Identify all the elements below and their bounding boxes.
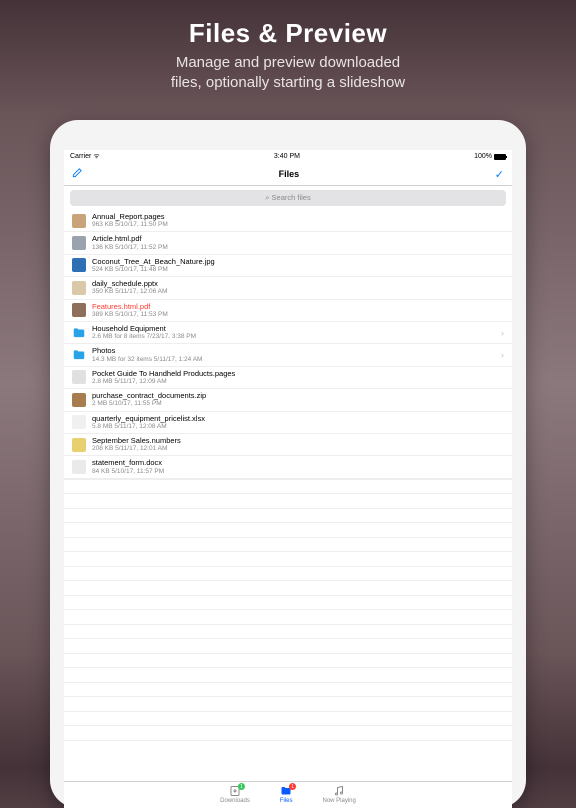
downloads-badge: 1 [238, 783, 245, 790]
search-placeholder: Search files [272, 193, 311, 202]
file-thumbnail [72, 438, 86, 452]
list-item[interactable]: Coconut_Tree_At_Beach_Nature.jpg524 KB 5… [64, 255, 512, 277]
file-name: September Sales.numbers [92, 437, 504, 445]
file-name: Household Equipment [92, 325, 495, 333]
carrier-label: Carrier [70, 153, 91, 160]
file-detail: 5.8 MB 5/11/17, 12:08 AM [92, 423, 504, 430]
file-detail: 350 KB 5/11/17, 12:06 AM [92, 288, 504, 295]
device-frame: Carrier ᯤ 3:40 PM 100% Files ✓ ⌕ Search … [50, 120, 526, 808]
downloads-icon: 1 [229, 785, 241, 797]
file-detail: 2.8 MB 5/11/17, 12:09 AM [92, 378, 504, 385]
now-playing-icon [333, 785, 345, 797]
file-detail: 963 KB 5/10/17, 11:50 PM [92, 221, 504, 228]
promo-header: Files & Preview Manage and preview downl… [0, 0, 576, 104]
promo-title: Files & Preview [20, 18, 556, 49]
tab-files[interactable]: 1 Files [280, 785, 293, 804]
files-icon: 1 [280, 785, 292, 797]
file-detail: 84 KB 5/10/17, 11:57 PM [92, 468, 504, 475]
file-name: statement_form.docx [92, 459, 504, 467]
list-item[interactable]: quarterly_equipment_pricelist.xlsx5.8 MB… [64, 412, 512, 434]
file-thumbnail [72, 303, 86, 317]
battery-icon [494, 154, 506, 160]
list-item[interactable]: statement_form.docx84 KB 5/10/17, 11:57 … [64, 456, 512, 478]
tab-label: Files [280, 798, 293, 804]
file-thumbnail [72, 214, 86, 228]
list-item[interactable]: Photos14.3 MB for 32 items 5/11/17, 1:24… [64, 344, 512, 366]
chevron-right-icon: › [501, 350, 504, 360]
list-item[interactable]: purchase_contract_documents.zip2 MB 5/10… [64, 389, 512, 411]
folder-icon [72, 348, 86, 362]
file-name: Article.html.pdf [92, 235, 504, 243]
file-name: Pocket Guide To Handheld Products.pages [92, 370, 504, 378]
file-name: quarterly_equipment_pricelist.xlsx [92, 415, 504, 423]
file-detail: 14.3 MB for 32 items 5/11/17, 1:24 AM [92, 356, 495, 363]
list-item[interactable]: Features.html.pdf389 KB 5/10/17, 11:53 P… [64, 300, 512, 322]
file-thumbnail [72, 460, 86, 474]
list-item[interactable]: Household Equipment2.6 MB for 8 items 7/… [64, 322, 512, 344]
file-detail: 2 MB 5/10/17, 11:55 PM [92, 400, 504, 407]
page-title: Files [279, 169, 300, 179]
clock: 3:40 PM [274, 153, 300, 160]
search-input[interactable]: ⌕ Search files [70, 190, 506, 206]
file-thumbnail [72, 236, 86, 250]
file-name: Photos [92, 347, 495, 355]
list-item[interactable]: Article.html.pdf136 KB 5/10/17, 11:52 PM [64, 232, 512, 254]
file-detail: 524 KB 5/10/17, 11:48 PM [92, 266, 504, 273]
file-detail: 208 KB 5/11/17, 12:01 AM [92, 445, 504, 452]
tab-bar: 1 Downloads 1 Files Now Playing [64, 781, 512, 808]
tab-now-playing[interactable]: Now Playing [323, 785, 356, 804]
nav-bar: Files ✓ [64, 163, 512, 186]
wifi-icon: ᯤ [93, 153, 99, 160]
file-name: daily_schedule.pptx [92, 280, 504, 288]
file-name: Annual_Report.pages [92, 213, 504, 221]
file-name: Features.html.pdf [92, 303, 504, 311]
list-item[interactable]: Annual_Report.pages963 KB 5/10/17, 11:50… [64, 210, 512, 232]
file-detail: 389 KB 5/10/17, 11:53 PM [92, 311, 504, 318]
file-thumbnail [72, 370, 86, 384]
tab-label: Downloads [220, 798, 250, 804]
file-name: Coconut_Tree_At_Beach_Nature.jpg [92, 258, 504, 266]
edit-button[interactable] [72, 167, 83, 181]
file-thumbnail [72, 393, 86, 407]
list-item[interactable]: daily_schedule.pptx350 KB 5/11/17, 12:06… [64, 277, 512, 299]
battery-percent: 100% [474, 153, 492, 160]
file-detail: 2.6 MB for 8 items 7/23/17, 3:38 PM [92, 333, 495, 340]
promo-subtitle: Manage and preview downloaded files, opt… [20, 53, 556, 92]
file-thumbnail [72, 258, 86, 272]
status-right: 100% [474, 153, 506, 160]
chevron-right-icon: › [501, 328, 504, 338]
done-button[interactable]: ✓ [495, 168, 504, 181]
file-list[interactable]: Annual_Report.pages963 KB 5/10/17, 11:50… [64, 210, 512, 781]
status-bar: Carrier ᯤ 3:40 PM 100% [64, 150, 512, 163]
files-badge: 1 [289, 783, 296, 790]
folder-icon [72, 326, 86, 340]
file-detail: 136 KB 5/10/17, 11:52 PM [92, 244, 504, 251]
list-item[interactable]: September Sales.numbers208 KB 5/11/17, 1… [64, 434, 512, 456]
status-left: Carrier ᯤ [70, 152, 100, 161]
file-name: purchase_contract_documents.zip [92, 392, 504, 400]
list-item[interactable]: Pocket Guide To Handheld Products.pages2… [64, 367, 512, 389]
file-thumbnail [72, 281, 86, 295]
screen: Carrier ᯤ 3:40 PM 100% Files ✓ ⌕ Search … [64, 150, 512, 808]
tab-label: Now Playing [323, 798, 356, 804]
file-thumbnail [72, 415, 86, 429]
tab-downloads[interactable]: 1 Downloads [220, 785, 250, 804]
